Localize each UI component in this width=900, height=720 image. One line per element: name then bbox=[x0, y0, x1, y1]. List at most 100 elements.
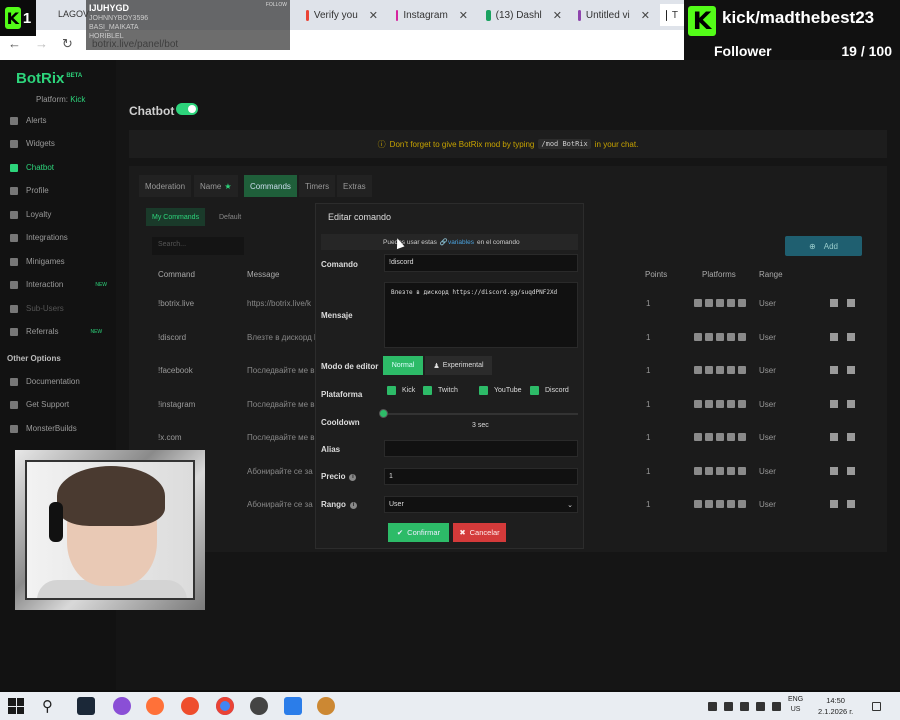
confirm-button[interactable]: ✔ Confirmar bbox=[388, 523, 449, 542]
command-input[interactable]: !discord bbox=[384, 254, 578, 272]
trash-icon[interactable] bbox=[847, 467, 855, 475]
security-icon[interactable] bbox=[724, 702, 733, 711]
sidebar-item-monsterbuilds[interactable]: MonsterBuilds bbox=[10, 424, 77, 433]
clock[interactable]: 14:50 2.1.2026 г. bbox=[818, 695, 853, 717]
notification-icon[interactable] bbox=[872, 702, 881, 711]
referrals-icon bbox=[10, 327, 18, 336]
back-icon[interactable]: ← bbox=[8, 36, 21, 52]
sidebar-item-sub-users[interactable]: Sub-Users bbox=[10, 304, 64, 313]
edit-icon[interactable] bbox=[830, 500, 838, 508]
tab-extras[interactable]: Extras bbox=[337, 175, 372, 197]
editor-normal-button[interactable]: Normal bbox=[383, 356, 423, 375]
tab-verify[interactable]: Verify you ✕ bbox=[300, 4, 384, 26]
trash-icon[interactable] bbox=[847, 366, 855, 374]
edit-icon[interactable] bbox=[830, 467, 838, 475]
info-icon[interactable]: i bbox=[349, 502, 357, 509]
trash-icon[interactable] bbox=[847, 333, 855, 341]
cooldown-slider-handle[interactable] bbox=[379, 409, 388, 418]
alias-input[interactable] bbox=[384, 440, 578, 457]
page-title: Chatbot bbox=[129, 104, 175, 118]
sidebar-item-referrals[interactable]: Referrals NEW bbox=[10, 327, 102, 336]
platform-kick-checkbox[interactable]: Kick bbox=[387, 386, 415, 395]
windows-start-icon[interactable] bbox=[8, 698, 24, 714]
platform-youtube-checkbox[interactable]: YouTube bbox=[479, 386, 522, 395]
microphone-icon[interactable] bbox=[740, 702, 749, 711]
tab-instagram[interactable]: Instagram ✕ bbox=[390, 4, 474, 26]
discord-platform-icon bbox=[727, 366, 735, 374]
language-indicator[interactable]: ENG US bbox=[788, 695, 803, 715]
chrome-icon[interactable] bbox=[216, 697, 234, 715]
trash-icon[interactable] bbox=[847, 400, 855, 408]
cooldown-slider[interactable] bbox=[384, 413, 578, 415]
steam-icon[interactable] bbox=[77, 697, 95, 715]
subtab-my-commands[interactable]: My Commands bbox=[146, 208, 206, 226]
firefox-icon[interactable] bbox=[146, 697, 164, 715]
tab-dashboard[interactable]: (13) Dashl ✕ bbox=[480, 4, 568, 26]
sidebar-item-interaction[interactable]: Interaction NEW bbox=[10, 280, 107, 289]
sidebar-item-minigames[interactable]: Minigames bbox=[10, 257, 65, 266]
tab-lagov[interactable]: LAGOV bbox=[58, 9, 89, 19]
tab-timers[interactable]: Timers bbox=[299, 175, 336, 197]
edit-icon[interactable] bbox=[830, 299, 838, 307]
platform-discord-checkbox[interactable]: Discord bbox=[530, 386, 569, 395]
column-header-message[interactable]: Message bbox=[247, 270, 279, 279]
discord-icon[interactable] bbox=[113, 697, 131, 715]
chatbot-toggle[interactable] bbox=[176, 103, 198, 115]
obs-icon[interactable] bbox=[317, 697, 335, 715]
close-icon[interactable]: ✕ bbox=[369, 9, 378, 22]
tab-commands[interactable]: Commands bbox=[244, 175, 297, 197]
sidebar-item-loyalty[interactable]: Loyalty bbox=[10, 210, 51, 219]
column-header-points[interactable]: Points bbox=[645, 270, 667, 279]
edit-icon[interactable] bbox=[830, 333, 838, 341]
chevron-up-icon[interactable] bbox=[708, 702, 717, 711]
column-header-command[interactable]: Command bbox=[158, 270, 195, 279]
add-command-button[interactable]: ⊕ Add bbox=[785, 236, 862, 256]
platform-label: Plataforma bbox=[321, 390, 363, 399]
trash-icon[interactable] bbox=[847, 433, 855, 441]
platform-twitch-checkbox[interactable]: Twitch bbox=[423, 386, 458, 395]
message-textarea[interactable]: Влезте в дискорд https://discord.gg/suqd… bbox=[384, 282, 578, 348]
table-cell-command: !x.com bbox=[158, 433, 182, 442]
sidebar-item-profile[interactable]: Profile bbox=[10, 186, 49, 195]
chat-row: HORIBLEL bbox=[89, 33, 124, 40]
network-icon[interactable] bbox=[756, 702, 765, 711]
search-input[interactable]: Search... bbox=[152, 237, 244, 255]
sidebar-item-alerts[interactable]: Alerts bbox=[10, 116, 46, 125]
cancel-button[interactable]: ✖ Cancelar bbox=[453, 523, 506, 542]
sidebar-item-widgets[interactable]: Widgets bbox=[10, 139, 55, 148]
downloads-icon[interactable] bbox=[284, 697, 302, 715]
tab-active[interactable]: T bbox=[660, 4, 684, 26]
tab-untitled[interactable]: Untitled vi ✕ bbox=[572, 4, 656, 26]
sidebar-item-integrations[interactable]: Integrations bbox=[10, 233, 68, 242]
edit-icon[interactable] bbox=[830, 366, 838, 374]
other-options-heading: Other Options bbox=[7, 354, 61, 363]
edit-icon[interactable] bbox=[830, 400, 838, 408]
close-icon[interactable]: ✕ bbox=[459, 9, 468, 22]
column-header-platforms[interactable]: Platforms bbox=[702, 270, 736, 279]
range-select[interactable]: User ⌄ bbox=[384, 496, 578, 513]
sidebar-item-support[interactable]: Get Support bbox=[10, 400, 69, 409]
search-icon[interactable]: ⚲ bbox=[42, 697, 53, 715]
botrix-logo[interactable]: BotRix BETA bbox=[16, 70, 82, 87]
profile-icon bbox=[10, 186, 18, 195]
forward-icon[interactable]: → bbox=[35, 36, 48, 52]
ea-app-icon[interactable] bbox=[181, 697, 199, 715]
column-header-range[interactable]: Range bbox=[759, 270, 783, 279]
editor-experimental-button[interactable]: ♟ Experimental bbox=[425, 356, 492, 375]
tab-moderation[interactable]: Moderation bbox=[139, 175, 192, 197]
edit-icon[interactable] bbox=[830, 433, 838, 441]
close-icon[interactable]: ✕ bbox=[553, 9, 562, 22]
variables-link[interactable]: 🔗variables bbox=[440, 238, 474, 246]
sidebar-item-chatbot[interactable]: Chatbot bbox=[10, 163, 54, 172]
trash-icon[interactable] bbox=[847, 299, 855, 307]
sidebar-item-documentation[interactable]: Documentation bbox=[10, 377, 80, 386]
reload-icon[interactable]: ↻ bbox=[62, 36, 73, 52]
trash-icon[interactable] bbox=[847, 500, 855, 508]
info-icon[interactable]: i bbox=[349, 474, 357, 481]
close-icon[interactable]: ✕ bbox=[641, 9, 650, 22]
tab-name[interactable]: Name ★ bbox=[194, 175, 238, 197]
gpu-app-icon[interactable] bbox=[250, 697, 268, 715]
subtab-default[interactable]: Default bbox=[213, 208, 247, 226]
volume-icon[interactable] bbox=[772, 702, 781, 711]
price-input[interactable]: 1 bbox=[384, 468, 578, 485]
